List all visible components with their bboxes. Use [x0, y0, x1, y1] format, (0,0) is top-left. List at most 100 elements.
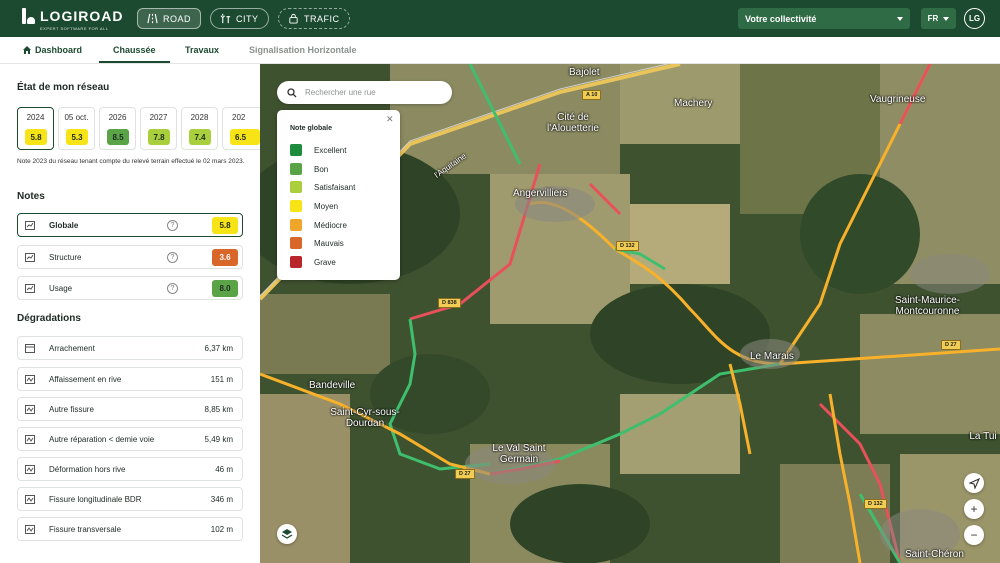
- note-label: Structure: [49, 252, 82, 262]
- degradation-row[interactable]: Fissure longitudinale BDR 346 m: [17, 487, 243, 511]
- note-label: Usage: [49, 283, 73, 293]
- degradation-label: Fissure longitudinale BDR: [49, 494, 142, 504]
- note-globale-card[interactable]: Globale ? 5.8: [17, 213, 243, 237]
- year-card-2026[interactable]: 2026 8.5: [99, 107, 136, 150]
- network-note: Note 2023 du réseau tenant compte du rel…: [17, 158, 245, 165]
- notes-title: Notes: [17, 191, 45, 202]
- road-label: A 10: [582, 90, 602, 100]
- degradation-distance: 8,85 km: [204, 404, 233, 414]
- legend-item: Bon: [290, 163, 328, 175]
- legend-item: Moyen: [290, 200, 338, 212]
- legend-swatch: [290, 200, 302, 212]
- help-icon[interactable]: ?: [167, 220, 178, 231]
- degradation-row[interactable]: Autre fissure 8,85 km: [17, 397, 243, 421]
- note-structure-card[interactable]: Structure ? 3.6: [17, 245, 243, 269]
- map-place-label: Le Marais: [750, 351, 794, 362]
- mode-trafic-button[interactable]: TRAFIC: [278, 8, 350, 29]
- map-place-label: Saint-Maurice-Montcouronne: [885, 295, 970, 317]
- degradation-label: Affaissement en rive: [49, 374, 122, 384]
- degradation-icon: [25, 344, 35, 353]
- help-icon[interactable]: ?: [167, 252, 178, 263]
- user-avatar[interactable]: LG: [964, 8, 985, 29]
- year-card-2027[interactable]: 2027 7.8: [140, 107, 177, 150]
- legend-label: Mauvais: [314, 238, 344, 248]
- legend-swatch: [290, 256, 302, 268]
- legend-label: Moyen: [314, 201, 339, 211]
- road-label: D 27: [455, 469, 475, 479]
- degradation-row[interactable]: Affaissement en rive 151 m: [17, 367, 243, 391]
- gauge-icon: [25, 284, 35, 293]
- year-score: 5.8: [25, 129, 47, 145]
- gauge-icon: [25, 221, 35, 230]
- layers-button[interactable]: [277, 524, 297, 544]
- degradation-label: Déformation hors rive: [49, 464, 126, 474]
- search-input[interactable]: Rechercher une rue: [305, 88, 376, 97]
- degradation-label: Fissure transversale: [49, 524, 122, 534]
- degradation-icon: [25, 525, 35, 534]
- close-icon[interactable]: ✕: [386, 114, 394, 125]
- year-score: 6.5: [230, 129, 260, 145]
- legend-item: Médiocre: [290, 219, 347, 231]
- navigation-arrow-icon: [968, 477, 980, 489]
- year-card-05-oct[interactable]: 05 oct. 5.3: [58, 107, 95, 150]
- network-title: État de mon réseau: [17, 82, 110, 93]
- language-value: FR: [927, 14, 939, 23]
- locate-button[interactable]: [964, 473, 984, 493]
- degradation-icon: [25, 375, 35, 384]
- degradation-row[interactable]: Fissure transversale 102 m: [17, 517, 243, 541]
- year-card-partial[interactable]: 202 6.5: [222, 107, 260, 150]
- year-label: 2027: [149, 113, 168, 122]
- degradation-row[interactable]: Arrachement 6,37 km: [17, 336, 243, 360]
- legend-item: Excellent: [290, 144, 346, 156]
- map-legend: Note globale ✕ Excellent Bon Satisfaisan…: [277, 110, 400, 280]
- degradation-distance: 46 m: [215, 464, 233, 474]
- year-label: 05 oct.: [64, 113, 89, 122]
- language-select[interactable]: FR: [921, 8, 956, 29]
- legend-item: Grave: [290, 256, 336, 268]
- legend-label: Médiocre: [314, 220, 347, 230]
- map-place-label: Angervilliers: [513, 188, 568, 199]
- tab-signalisation[interactable]: Signalisation Horizontale: [249, 45, 357, 55]
- degradation-distance: 6,37 km: [204, 343, 233, 353]
- degradation-icon: [25, 465, 35, 474]
- legend-label: Grave: [314, 257, 336, 267]
- degradation-label: Arrachement: [49, 343, 95, 353]
- road-label: D 838: [438, 298, 461, 308]
- place-alouetterie: Cité de l'Alouetterie: [547, 112, 599, 134]
- degradation-label: Autre réparation < demie voie: [49, 434, 155, 444]
- map-place-label: Saint-Chéron: [905, 549, 964, 560]
- legend-title: Note globale: [290, 125, 333, 132]
- zoom-in-button[interactable]: +: [964, 499, 984, 519]
- year-score: 5.3: [66, 129, 88, 145]
- map-place-label: Saint-Cyr-sous-Dourdan: [325, 407, 405, 429]
- degradation-row[interactable]: Déformation hors rive 46 m: [17, 457, 243, 481]
- road-label: D 132: [864, 499, 887, 509]
- degradation-distance: 346 m: [210, 494, 233, 504]
- map-place-label: Vaugrineuse: [870, 94, 926, 105]
- degradation-distance: 151 m: [210, 374, 233, 384]
- degradations-title: Dégradations: [17, 313, 81, 324]
- zoom-out-button[interactable]: −: [964, 525, 984, 545]
- map-place-label: Bajolet: [569, 67, 600, 78]
- legend-swatch: [290, 144, 302, 156]
- left-panel: État de mon réseau 2024 5.8 05 oct. 5.3 …: [0, 0, 260, 563]
- place-saint-cyr: Saint-Cyr-sous-Dourdan: [330, 407, 400, 429]
- street-search[interactable]: Rechercher une rue: [277, 81, 452, 104]
- map-place-label: Le Val Saint Germain: [486, 443, 552, 465]
- map-place-label: Machery: [674, 98, 713, 109]
- year-label: 202: [232, 113, 246, 122]
- place-val-saint-germain: Le Val Saint Germain: [492, 443, 546, 465]
- year-score: 8.5: [107, 129, 129, 145]
- collectivite-select[interactable]: Votre collectivité: [738, 8, 910, 29]
- legend-label: Bon: [314, 164, 329, 174]
- year-card-2028[interactable]: 2028 7.4: [181, 107, 218, 150]
- year-card-2024[interactable]: 2024 5.8: [17, 107, 54, 150]
- degradation-row[interactable]: Autre réparation < demie voie 5,49 km: [17, 427, 243, 451]
- help-icon[interactable]: ?: [167, 283, 178, 294]
- legend-label: Satisfaisant: [314, 182, 356, 192]
- note-score: 8.0: [212, 280, 238, 297]
- note-usage-card[interactable]: Usage ? 8.0: [17, 276, 243, 300]
- degradation-distance: 5,49 km: [204, 434, 233, 444]
- tab-signalisation-label: Signalisation Horizontale: [249, 45, 357, 55]
- legend-swatch: [290, 237, 302, 249]
